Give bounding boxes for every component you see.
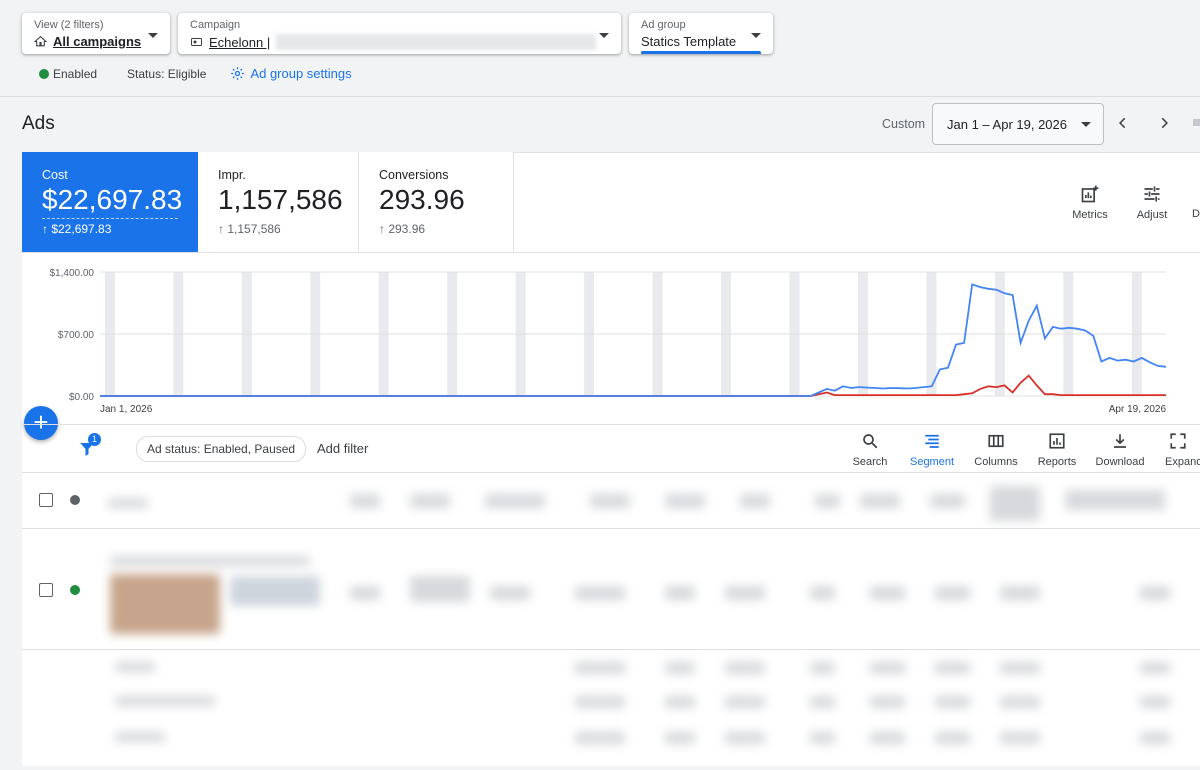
search-label: Search [852, 456, 888, 468]
adgroup-active-underline [641, 51, 761, 54]
search-button[interactable]: Search [840, 432, 900, 468]
expand-icon [1170, 433, 1186, 449]
date-range-text: Jan 1 – Apr 19, 2026 [947, 117, 1067, 132]
metric-change: ↑ $22,697.83 [42, 222, 112, 236]
chevron-down-icon [148, 33, 158, 38]
metric-change: ↑ 293.96 [379, 222, 426, 236]
ad-status-filter-chip[interactable]: Ad status: Enabled, Paused [136, 436, 307, 462]
search-icon [863, 434, 878, 449]
gear-icon [231, 67, 245, 80]
campaign-select[interactable]: Campaign Echelonn | [178, 13, 621, 54]
view-filter-select[interactable]: View (2 filters) All campaigns [22, 13, 170, 54]
adgroup-value: Statics Template [641, 34, 737, 49]
tune-icon [1144, 186, 1160, 202]
series-line-conversions [100, 374, 1166, 397]
y-tick-label: $700.00 [58, 330, 95, 341]
x-start-label: Jan 1, 2026 [100, 404, 153, 415]
view-filter-label: View (2 filters) [34, 19, 104, 31]
segment-button[interactable]: Segment [902, 432, 962, 468]
campaign-label: Campaign [190, 19, 241, 31]
metrics-divider [22, 252, 1200, 253]
metric-label: Conversions [379, 168, 449, 182]
reports-button[interactable]: Reports [1027, 432, 1087, 468]
more-actions-cutoff: D [1192, 208, 1200, 220]
metrics-button[interactable]: Metrics [1063, 184, 1117, 221]
blurred-table-content [100, 476, 1180, 756]
view-filter-text: All campaigns [53, 34, 142, 49]
divider [0, 96, 1200, 97]
metric-tab-conversions[interactable]: Conversions 293.96 ↑ 293.96 [359, 152, 514, 252]
row-checkbox[interactable] [39, 583, 53, 597]
reports-icon [1049, 433, 1065, 449]
adgroup-label: Ad group [641, 19, 686, 31]
date-range-select[interactable]: Jan 1 – Apr 19, 2026 [932, 103, 1104, 145]
add-filter-button[interactable]: Add filter [317, 441, 368, 456]
series-line-cost [100, 283, 1167, 397]
chevron-right-icon[interactable] [1157, 116, 1171, 130]
expand-label: Expand [1165, 456, 1200, 468]
metric-value: 1,157,586 [218, 184, 343, 215]
eligible-status: Status: Eligible [127, 66, 207, 81]
adgroup-select[interactable]: Ad group Statics Template [629, 13, 773, 54]
ad-group-settings-label: Ad group settings [250, 66, 352, 81]
row-status-dot-icon [70, 585, 80, 595]
performance-chart: $1,400.00 $700.00 $0.00 Jan 1, 2026 Apr 19, … [50, 268, 1167, 415]
add-chart-icon [1081, 185, 1099, 203]
metric-label: Cost [42, 168, 68, 182]
metrics-button-label: Metrics [1072, 209, 1108, 221]
campaign-text: Echelonn | [209, 34, 271, 50]
columns-button[interactable]: Columns [966, 432, 1026, 468]
chevron-left-icon[interactable] [1116, 116, 1130, 130]
chevron-down-icon [751, 33, 761, 38]
expand-button[interactable]: Expand [1155, 432, 1200, 468]
metric-label: Impr. [218, 168, 246, 182]
filter-button[interactable]: 1 [78, 433, 104, 459]
reports-label: Reports [1037, 456, 1077, 468]
page-title: Ads [22, 113, 55, 134]
metric-tab-impressions[interactable]: Impr. 1,157,586 ↑ 1,157,586 [198, 152, 359, 252]
ad-group-settings-button[interactable]: Ad group settings [230, 66, 352, 81]
header-status-dot-icon [70, 495, 80, 505]
date-mode-label: Custom [882, 117, 926, 131]
metric-tab-cost[interactable]: Cost $22,697.83 ↑ $22,697.83 [22, 152, 198, 252]
enabled-status: Enabled [53, 66, 98, 81]
add-button[interactable]: + [24, 406, 58, 440]
view-filter-value: All campaigns [34, 34, 141, 49]
metric-value: $22,697.83 [42, 184, 183, 215]
columns-label: Columns [974, 456, 1018, 468]
filter-count-badge: 1 [88, 433, 101, 446]
y-tick-label: $1,400.00 [50, 268, 95, 279]
download-icon [1114, 434, 1126, 448]
adjust-button-label: Adjust [1136, 209, 1168, 221]
metric-change: ↑ 1,157,586 [218, 222, 281, 236]
columns-icon [988, 434, 1004, 448]
adjust-button[interactable]: Adjust [1125, 184, 1179, 221]
select-all-checkbox[interactable] [39, 493, 53, 507]
y-tick-label: $0.00 [69, 392, 94, 403]
campaign-redacted [276, 34, 597, 50]
metric-value: 293.96 [379, 184, 465, 215]
campaign-icon [191, 38, 202, 46]
status-row: Enabled Status: Eligible Ad group settin… [22, 66, 352, 81]
chevron-down-icon [599, 33, 609, 38]
campaign-value: Echelonn | [190, 34, 597, 50]
table-toolbar-divider [22, 424, 1200, 425]
download-button[interactable]: Download [1090, 432, 1150, 468]
segment-icon [925, 434, 939, 448]
home-icon [34, 35, 47, 47]
x-end-label: Apr 19, 2026 [1109, 404, 1167, 415]
chevron-down-icon [1081, 122, 1091, 127]
enabled-dot-icon [39, 68, 49, 79]
app-frame: View (2 filters) All campaigns Campaign … [0, 0, 1200, 770]
more-arrow-icon [1193, 119, 1200, 126]
ad-status-filter-text: Ad status: Enabled, Paused [147, 442, 296, 456]
download-label: Download [1095, 456, 1145, 468]
segment-label: Segment [909, 456, 955, 468]
metric-underline [42, 218, 178, 219]
